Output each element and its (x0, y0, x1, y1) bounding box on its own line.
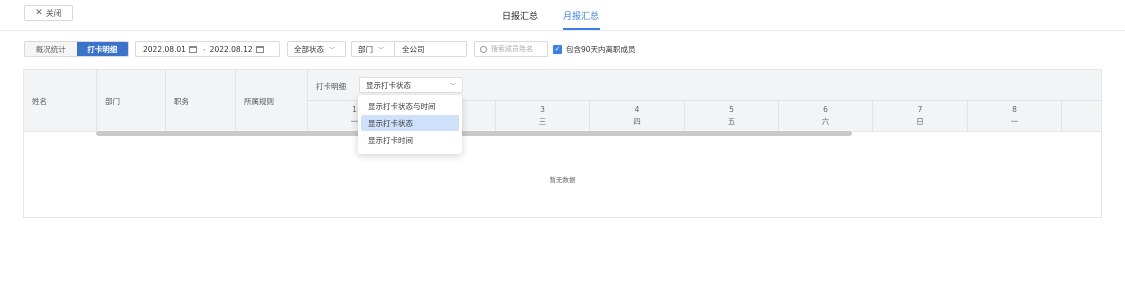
column-header-name: 姓名 (24, 70, 97, 132)
view-segmented-control: 概况统计 打卡明细 (24, 41, 129, 57)
column-header-position: 职务 (166, 70, 236, 132)
top-bar: ✕ 关闭 日报汇总 月报汇总 (0, 0, 1125, 31)
close-label: 关闭 (45, 8, 62, 18)
checkbox-checked-icon[interactable]: ✓ (553, 44, 562, 54)
detail-view-select-value: 显示打卡状态 (366, 80, 411, 90)
department-select-label: 部门 (358, 44, 373, 54)
close-icon: ✕ (35, 7, 43, 18)
date-start[interactable]: 2022.08.01 (143, 45, 186, 54)
member-search-input[interactable]: 搜索成员姓名 (474, 41, 548, 57)
detail-view-select[interactable]: 显示打卡状态 ﹀ (359, 77, 463, 93)
table-header: 姓名 部门 职务 所属规则 打卡明细 显示打卡状态 ﹀ 1 一 2 二 3 三 … (24, 70, 1101, 132)
active-tab-indicator (563, 28, 600, 30)
attendance-table: 姓名 部门 职务 所属规则 打卡明细 显示打卡状态 ﹀ 1 一 2 二 3 三 … (23, 69, 1102, 218)
department-filter: 部门 ﹀ 全公司 (351, 41, 467, 57)
status-select-value: 全部状态 (294, 44, 324, 54)
department-select[interactable]: 部门 ﹀ (352, 42, 395, 56)
calendar-icon (188, 45, 197, 53)
chevron-down-icon: ﹀ (378, 46, 385, 54)
day-column-header: 4 四 (590, 101, 685, 132)
search-placeholder: 搜索成员姓名 (491, 45, 533, 53)
date-range-picker[interactable]: 2022.08.01 - 2022.08.12 (135, 41, 280, 57)
clock-detail-label: 打卡明细 (316, 82, 346, 91)
detail-view-dropdown-menu: 显示打卡状态与时间 显示打卡状态 显示打卡时间 (358, 95, 462, 154)
segment-overview[interactable]: 概况统计 (25, 42, 77, 56)
chevron-down-icon: ﹀ (449, 83, 456, 90)
close-button[interactable]: ✕ 关闭 (24, 5, 73, 21)
calendar-icon (255, 45, 264, 53)
tab-daily-summary[interactable]: 日报汇总 (502, 9, 538, 22)
day-column-header: 3 三 (496, 101, 590, 132)
date-end[interactable]: 2022.08.12 (210, 45, 253, 54)
dropdown-option-time[interactable]: 显示打卡时间 (361, 132, 459, 148)
dropdown-option-status[interactable]: 显示打卡状态 (361, 115, 459, 131)
department-value[interactable]: 全公司 (395, 44, 425, 55)
day-column-header: 5 五 (685, 101, 779, 132)
dropdown-option-status-and-time[interactable]: 显示打卡状态与时间 (361, 98, 459, 114)
day-column-header: 7 日 (873, 101, 968, 132)
horizontal-scrollbar[interactable] (96, 131, 852, 136)
tab-monthly-summary[interactable]: 月报汇总 (563, 9, 599, 22)
empty-state-text: 暂无数据 (549, 176, 576, 184)
column-header-department: 部门 (97, 70, 166, 132)
segment-clock-detail[interactable]: 打卡明细 (76, 42, 128, 56)
day-column-header: 6 六 (779, 101, 873, 132)
search-icon (480, 45, 487, 53)
chevron-down-icon: ﹀ (329, 46, 336, 54)
status-select[interactable]: 全部状态 ﹀ (287, 41, 346, 57)
include-left-members-label: 包含90天内离职成员 (566, 44, 636, 54)
date-separator: - (202, 44, 206, 54)
include-left-members-option[interactable]: ✓ 包含90天内离职成员 (553, 41, 653, 57)
day-column-header: 8 一 (968, 101, 1062, 132)
column-header-rule: 所属规则 (236, 70, 308, 132)
